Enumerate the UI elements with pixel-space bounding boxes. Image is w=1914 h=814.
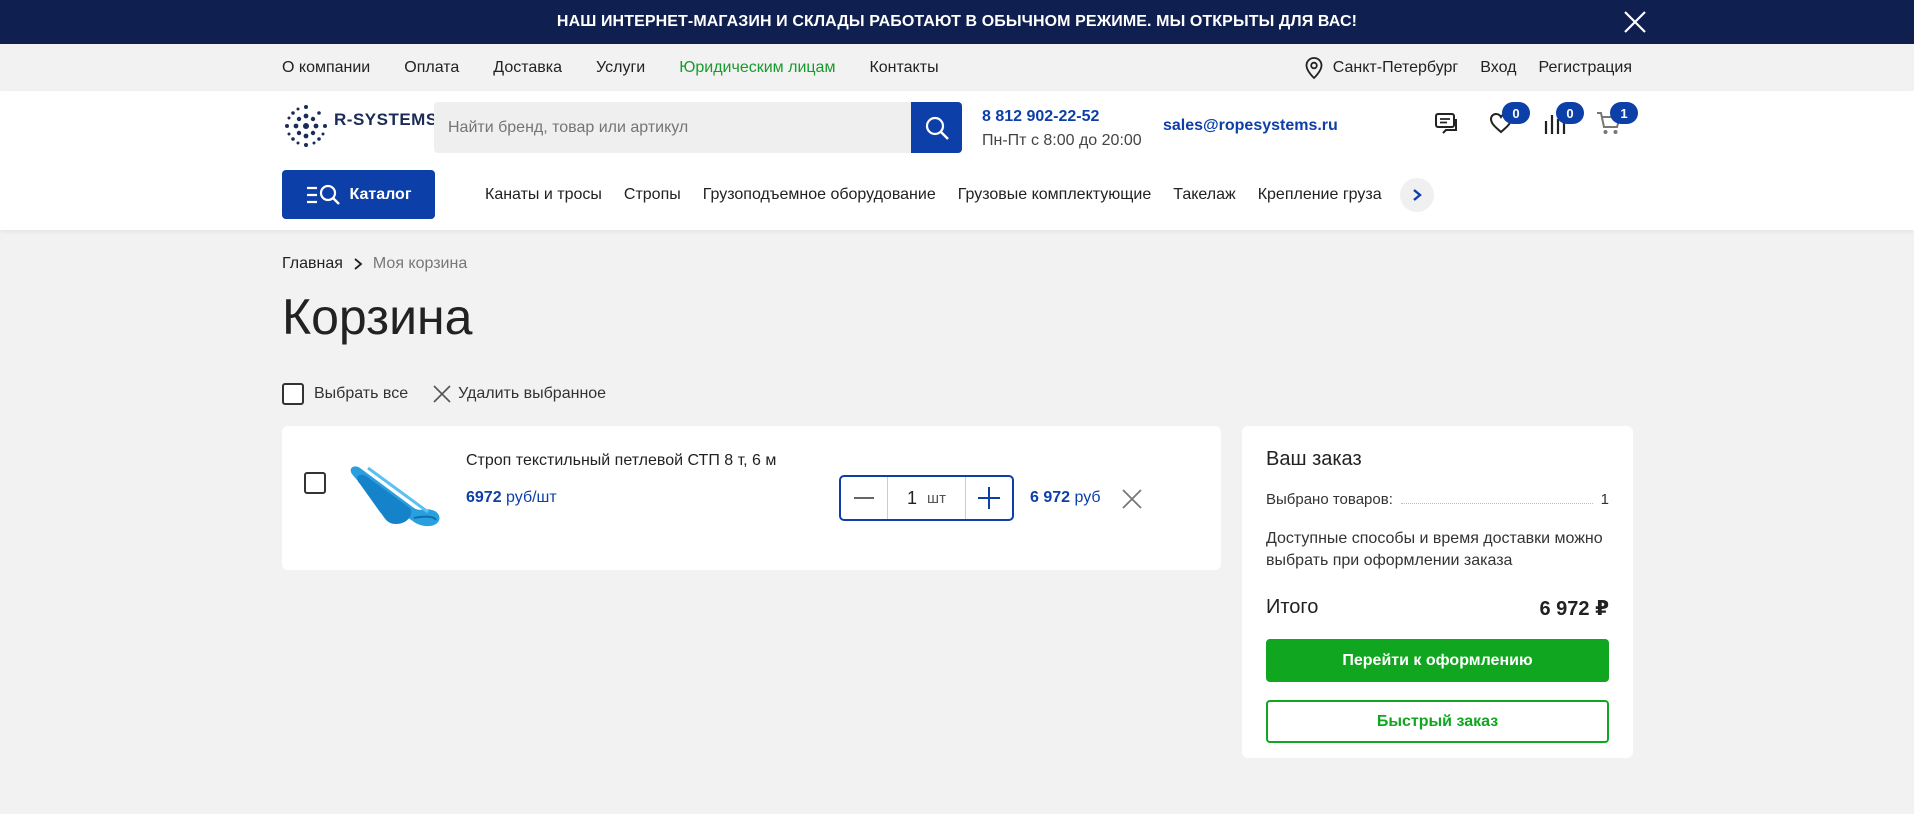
close-icon[interactable]: [1622, 9, 1648, 35]
category-link-lifting-equipment[interactable]: Грузоподъемное оборудование: [703, 186, 936, 204]
delete-selected-button[interactable]: Удалить выбранное: [432, 384, 606, 404]
select-all-label: Выбрать все: [314, 385, 409, 402]
cart-item: Строп текстильный петлевой СТП 8 т, 6 м …: [282, 426, 1221, 570]
increase-quantity-button[interactable]: [966, 477, 1012, 519]
unit-price-suffix: руб/шт: [506, 489, 557, 506]
compare-button[interactable]: 0: [1540, 102, 1584, 138]
category-link-cargo-securing[interactable]: Крепление груза: [1258, 186, 1382, 204]
banner-text: НАШ ИНТЕРНЕТ-МАГАЗИН И СКЛАДЫ РАБОТАЮТ В…: [556, 13, 1358, 30]
header-icons: 0 0 1: [1432, 102, 1638, 138]
register-link[interactable]: Регистрация: [1538, 59, 1632, 77]
page-title: Корзина: [282, 289, 473, 345]
phone-number[interactable]: 8 812 902-22-52: [982, 108, 1142, 126]
chevron-right-icon: [1412, 188, 1422, 201]
product-title[interactable]: Строп текстильный петлевой СТП 8 т, 6 м: [466, 452, 776, 470]
item-total-suffix: руб: [1074, 489, 1101, 506]
nav-link-about[interactable]: О компании: [282, 59, 370, 77]
catalog-row: Каталог Канаты и тросы Стропы Грузоподъе…: [282, 170, 1434, 219]
category-link-ropes[interactable]: Канаты и тросы: [485, 186, 602, 204]
delete-selected-label: Удалить выбранное: [458, 385, 607, 402]
remove-item-icon[interactable]: [1120, 487, 1144, 511]
cart-actions: Выбрать все Удалить выбранное: [282, 383, 606, 405]
breadcrumb: Главная Моя корзина: [282, 255, 467, 273]
summary-title: Ваш заказ: [1266, 448, 1362, 470]
location-pin-icon: [1305, 56, 1323, 79]
nav-link-legal-entities[interactable]: Юридическим лицам: [679, 59, 835, 77]
catalog-button[interactable]: Каталог: [282, 170, 435, 219]
logo-mark-icon: [285, 105, 327, 147]
cart-count-badge: 1: [1610, 102, 1638, 124]
favorites-count-badge: 0: [1502, 102, 1530, 124]
cart-item-checkbox[interactable]: [304, 472, 326, 494]
minus-icon: [854, 497, 874, 499]
category-scroll-next-button[interactable]: [1399, 177, 1434, 212]
logo[interactable]: R-SYSTEMS: [282, 102, 438, 150]
decrease-quantity-button[interactable]: [841, 477, 887, 519]
search-input[interactable]: [434, 102, 911, 153]
category-link-cargo-components[interactable]: Грузовые комплектующие: [958, 186, 1152, 204]
compare-count-badge: 0: [1556, 102, 1584, 124]
nav-link-services[interactable]: Услуги: [596, 59, 645, 77]
breadcrumb-current: Моя корзина: [372, 255, 468, 272]
chevron-right-icon: [354, 258, 363, 270]
city-label: Санкт-Петербург: [1332, 58, 1459, 76]
delivery-note: Доступные способы и время доставки можно…: [1266, 530, 1603, 569]
menu-search-icon: [306, 184, 340, 205]
nav-link-delivery[interactable]: Доставка: [493, 59, 562, 77]
order-summary: Ваш заказ Выбрано товаров: 1 Доступные с…: [1242, 426, 1633, 758]
category-link-rigging[interactable]: Такелаж: [1173, 186, 1235, 204]
working-hours: Пн-Пт с 8:00 до 20:00: [982, 132, 1142, 149]
quantity-unit: шт: [927, 489, 946, 507]
catalog-button-label: Каталог: [349, 185, 412, 203]
plus-icon: [978, 487, 1000, 509]
favorites-button[interactable]: 0: [1486, 102, 1530, 138]
product-unit-price: 6972 руб/шт: [466, 489, 557, 507]
nav-link-contacts[interactable]: Контакты: [869, 59, 938, 77]
total-value: 6 972 ₽: [1539, 598, 1609, 620]
search-icon: [925, 116, 949, 140]
quick-order-button[interactable]: Быстрый заказ: [1266, 700, 1609, 743]
product-image: [340, 454, 450, 542]
selected-items-label: Выбрано товаров:: [1266, 491, 1393, 508]
checkout-button[interactable]: Перейти к оформлению: [1266, 639, 1609, 682]
checkbox[interactable]: [282, 383, 304, 405]
quantity-field[interactable]: 1 шт: [887, 477, 966, 519]
search-bar: [434, 102, 962, 153]
selected-items-count: 1: [1600, 491, 1609, 508]
login-link[interactable]: Вход: [1480, 59, 1516, 77]
selected-items-row: Выбрано товаров: 1: [1266, 491, 1609, 508]
chat-button[interactable]: [1432, 108, 1462, 138]
announcement-banner: НАШ ИНТЕРНЕТ-МАГАЗИН И СКЛАДЫ РАБОТАЮТ В…: [0, 0, 1914, 44]
logo-text: R-SYSTEMS: [334, 110, 438, 129]
total-label: Итого: [1266, 596, 1319, 618]
nav-link-payment[interactable]: Оплата: [404, 59, 459, 77]
select-all-checkbox[interactable]: Выбрать все: [282, 383, 408, 405]
phone-block: 8 812 902-22-52 Пн-Пт с 8:00 до 20:00: [982, 108, 1142, 150]
search-button[interactable]: [911, 102, 962, 153]
item-total-value: 6 972: [1030, 489, 1071, 506]
quantity-value: 1: [907, 487, 918, 508]
top-navigation: О компании Оплата Доставка Услуги Юридич…: [0, 44, 1914, 91]
quantity-stepper: 1 шт: [839, 475, 1014, 521]
chat-icon: [1435, 113, 1457, 134]
item-total: 6 972 руб: [1030, 489, 1101, 507]
email-link[interactable]: sales@ropesystems.ru: [1163, 117, 1338, 135]
cart-button[interactable]: 1: [1594, 102, 1638, 138]
breadcrumb-home[interactable]: Главная: [282, 255, 343, 273]
close-icon: [433, 385, 451, 403]
unit-price-value: 6972: [466, 489, 502, 506]
category-link-slings[interactable]: Стропы: [624, 186, 681, 204]
city-selector[interactable]: Санкт-Петербург: [1305, 56, 1459, 79]
total-row: Итого 6 972 ₽: [1266, 596, 1609, 621]
